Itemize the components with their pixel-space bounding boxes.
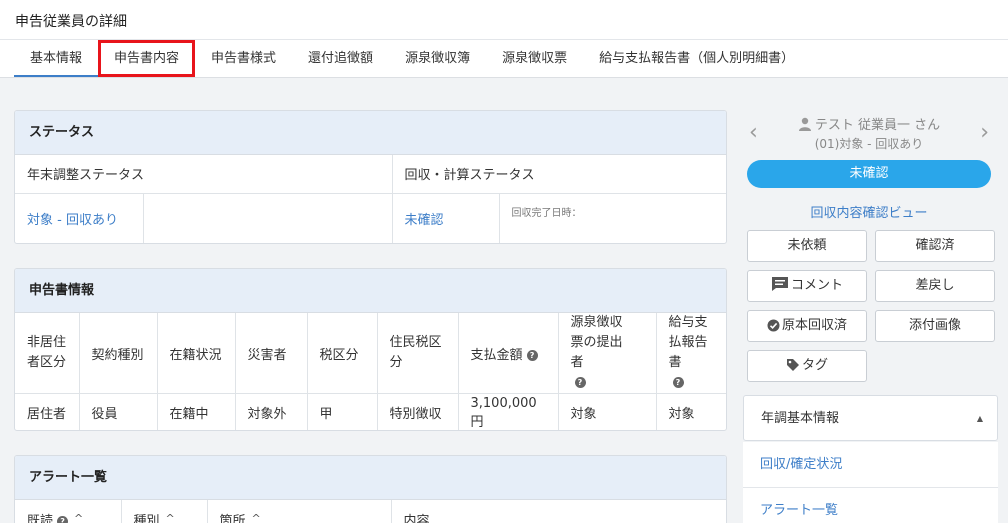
- alerts-header-type[interactable]: 種別 ^: [121, 500, 208, 523]
- value-resident-tax: 特別徴収: [377, 393, 459, 430]
- top-header: 申告従業員の詳細 基本情報 申告書内容 申告書様式 還付追徴額 源泉徴収簿 源泉…: [0, 0, 1008, 78]
- year-end-empty-cell: [143, 193, 393, 243]
- value-contract-type: 役員: [79, 393, 158, 430]
- alerts-table: 既読? ^ 種別 ^ 箇所 ^ 内容: [15, 500, 726, 523]
- original-collected-button[interactable]: 原本回収済: [747, 310, 867, 342]
- header-nonresident: 非居住者区分: [15, 313, 80, 394]
- completed-time-cell: 回収完了日時：: [499, 193, 726, 243]
- employee-sidebar: ‹ テスト 従業員一 さん (01)対象 - 回収あり › 未確認 回収内容確認…: [743, 110, 998, 523]
- help-icon[interactable]: ?: [574, 377, 586, 388]
- alerts-header-location[interactable]: 箇所 ^: [207, 500, 392, 523]
- tag-button[interactable]: タグ: [747, 350, 867, 382]
- employee-status: (01)対象 - 回収あり: [814, 137, 924, 151]
- value-disaster: 対象外: [235, 393, 308, 430]
- sort-up-icon[interactable]: ^: [166, 512, 175, 523]
- year-end-status-value: 対象 - 回収あり: [15, 193, 144, 243]
- value-tax-category: 甲: [307, 393, 378, 430]
- prev-employee-icon[interactable]: ‹: [749, 120, 758, 145]
- declaration-value-row: 居住者 役員 在籍中 対象外 甲 特別徴収 3,100,000円 対象 対象: [15, 393, 726, 430]
- status-table: 年末調整ステータス 回収・計算ステータス 対象 - 回収あり 未確認 回収完了日…: [15, 155, 726, 243]
- alerts-panel: アラート一覧 既読? ^ 種別 ^ 箇所 ^ 内容: [14, 455, 727, 523]
- header-nonresident-text: 非居住者区分: [27, 335, 67, 370]
- header-contract-type: 契約種別: [79, 313, 158, 394]
- accordion-links: 回収/確定状況 アラート一覧: [743, 442, 998, 523]
- tag-icon: [786, 359, 799, 371]
- tab-refund-amount[interactable]: 還付追徴額: [292, 40, 389, 77]
- value-nonresident: 居住者: [15, 393, 80, 430]
- return-button[interactable]: 差戻し: [875, 270, 995, 302]
- header-slip-submitter-text: 源泉徴収票の提出者: [570, 315, 623, 370]
- header-payment-amount-text: 支払金額: [470, 347, 523, 363]
- alerts-header-read[interactable]: 既読? ^: [15, 500, 122, 523]
- tab-salary-report[interactable]: 給与支払報告書（個人別明細書）: [583, 40, 810, 77]
- declaration-header-row: 非居住者区分 契約種別 在籍状況 災害者 税区分 住民税区分 支払金額? 源泉徴…: [15, 313, 726, 394]
- year-end-basic-info-accordion[interactable]: 年調基本情報 ▲: [743, 395, 998, 441]
- help-icon[interactable]: ?: [57, 516, 69, 523]
- comment-button-label: コメント: [790, 278, 843, 293]
- employee-name-row: テスト 従業員一 さん: [743, 110, 995, 133]
- year-end-status-label: 年末調整ステータス: [15, 155, 393, 194]
- alerts-header-type-text: 種別: [133, 514, 160, 523]
- alert-list-nav-link[interactable]: アラート一覧: [743, 488, 998, 523]
- value-slip-submitter: 対象: [558, 393, 657, 430]
- alerts-header-row: 既読? ^ 種別 ^ 箇所 ^ 内容: [15, 500, 726, 523]
- status-panel: ステータス 年末調整ステータス 回収・計算ステータス 対象 - 回収あり 未確認…: [14, 110, 727, 244]
- header-salary-report-text: 給与支払報告書: [668, 315, 708, 370]
- next-employee-icon[interactable]: ›: [980, 120, 989, 145]
- confirm-status-button[interactable]: 未確認: [747, 160, 991, 188]
- tab-basic-info[interactable]: 基本情報: [14, 40, 99, 77]
- header-tax-category: 税区分: [307, 313, 378, 394]
- status-panel-title: ステータス: [15, 111, 726, 155]
- header-employment-status: 在籍状況: [157, 313, 236, 394]
- person-icon: [798, 117, 811, 131]
- tab-declaration-content[interactable]: 申告書内容: [98, 40, 196, 77]
- collection-status-label: 回収・計算ステータス: [392, 155, 726, 194]
- employee-name: テスト 従業員一 さん: [814, 118, 941, 133]
- header-resident-tax-text: 住民税区分: [389, 335, 442, 370]
- header-resident-tax: 住民税区分: [377, 313, 459, 394]
- year-end-status-link[interactable]: 対象 - 回収あり: [27, 213, 118, 228]
- collection-view-link[interactable]: 回収内容確認ビュー: [743, 202, 995, 221]
- page-title: 申告従業員の詳細: [15, 14, 127, 30]
- value-employment-status: 在籍中: [157, 393, 236, 430]
- header-payment-amount: 支払金額?: [458, 313, 559, 394]
- sort-up-icon[interactable]: ^: [74, 512, 83, 523]
- declaration-panel-title: 申告書情報: [15, 269, 726, 313]
- sort-up-icon[interactable]: ^: [252, 512, 261, 523]
- alerts-header-location-text: 箇所: [219, 514, 246, 523]
- alerts-header-content: 内容: [391, 500, 726, 523]
- employee-profile: ‹ テスト 従業員一 さん (01)対象 - 回収あり ›: [743, 110, 995, 158]
- header-salary-report: 給与支払報告書?: [656, 313, 726, 394]
- tab-withholding-book[interactable]: 源泉徴収簿: [389, 40, 486, 77]
- declaration-table: 非居住者区分 契約種別 在籍状況 災害者 税区分 住民税区分 支払金額? 源泉徴…: [15, 313, 726, 430]
- comment-icon: [771, 277, 788, 291]
- attachment-image-button[interactable]: 添付画像: [875, 310, 995, 342]
- collection-status-value: 未確認: [392, 193, 500, 243]
- header-slip-submitter: 源泉徴収票の提出者?: [558, 313, 657, 394]
- tab-bar: 基本情報 申告書内容 申告書様式 還付追徴額 源泉徴収簿 源泉徴収票 給与支払報…: [14, 40, 810, 78]
- action-buttons: 未依頼 確認済 コメント 差戻し 原本回収済 添付画像 タグ: [747, 230, 995, 382]
- collection-status-nav-link[interactable]: 回収/確定状況: [743, 442, 998, 488]
- help-icon[interactable]: ?: [672, 377, 684, 388]
- header-disaster: 災害者: [235, 313, 308, 394]
- value-salary-report: 対象: [656, 393, 726, 430]
- caret-up-icon: ▲: [976, 414, 983, 423]
- tab-declaration-form[interactable]: 申告書様式: [195, 40, 292, 77]
- alerts-header-read-text: 既読: [27, 514, 54, 523]
- check-circle-icon: [767, 319, 780, 332]
- confirmed-button[interactable]: 確認済: [875, 230, 995, 262]
- tab-withholding-slip[interactable]: 源泉徴収票: [486, 40, 583, 77]
- not-requested-button[interactable]: 未依頼: [747, 230, 867, 262]
- original-collected-label: 原本回収済: [781, 318, 847, 333]
- alerts-panel-title: アラート一覧: [15, 456, 726, 500]
- declaration-panel: 申告書情報 非居住者区分 契約種別 在籍状況 災害者 税区分 住民税区分 支払金…: [14, 268, 727, 431]
- comment-button[interactable]: コメント: [747, 270, 867, 302]
- completed-time-label: 回収完了日時：: [511, 207, 582, 219]
- tag-button-label: タグ: [801, 358, 828, 373]
- value-payment-amount: 3,100,000円: [458, 393, 559, 430]
- accordion-label: 年調基本情報: [761, 411, 840, 426]
- collection-status-link[interactable]: 未確認: [405, 213, 444, 228]
- help-icon[interactable]: ?: [526, 349, 538, 361]
